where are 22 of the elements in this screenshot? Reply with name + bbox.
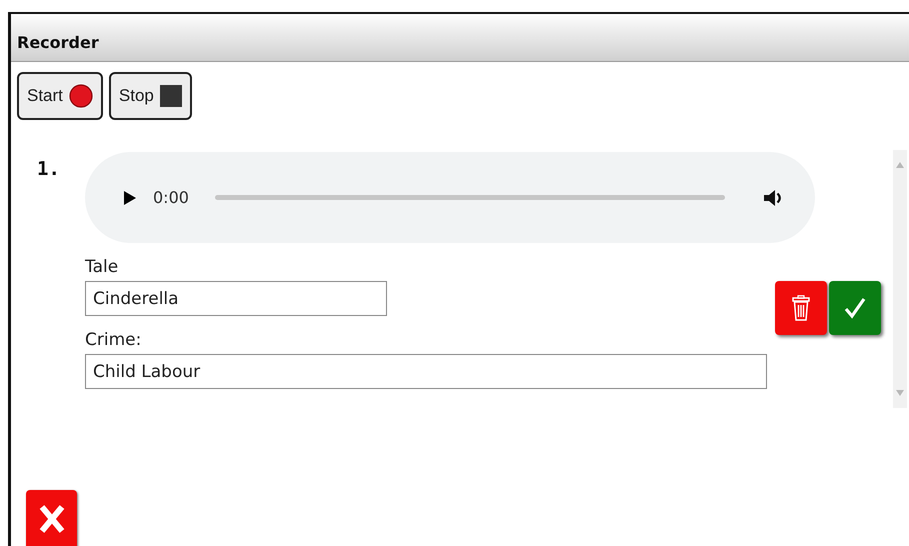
start-button[interactable]: Start: [17, 72, 103, 120]
crime-field[interactable]: Child Labour: [85, 354, 767, 389]
progress-track[interactable]: [214, 195, 725, 200]
stop-icon: [160, 85, 182, 107]
window-title: Recorder: [11, 14, 909, 62]
item-number: 1.: [36, 157, 61, 182]
close-button[interactable]: [26, 490, 77, 546]
scroll-down-icon: [896, 390, 904, 396]
time-display: 0:00: [153, 188, 189, 207]
confirm-button[interactable]: [829, 281, 881, 335]
check-icon: [843, 296, 867, 320]
trash-icon: [791, 295, 811, 321]
play-icon: [123, 190, 137, 206]
field-label: Crime:: [85, 330, 142, 350]
record-icon: [68, 84, 93, 108]
tale-field[interactable]: Cinderella: [85, 281, 387, 316]
scrollbar[interactable]: [893, 150, 907, 408]
close-icon: [38, 504, 64, 534]
delete-button[interactable]: [775, 281, 827, 335]
field-label: Tale: [85, 257, 120, 277]
scroll-up-icon: [896, 162, 904, 168]
stop-button[interactable]: Stop: [108, 72, 192, 120]
